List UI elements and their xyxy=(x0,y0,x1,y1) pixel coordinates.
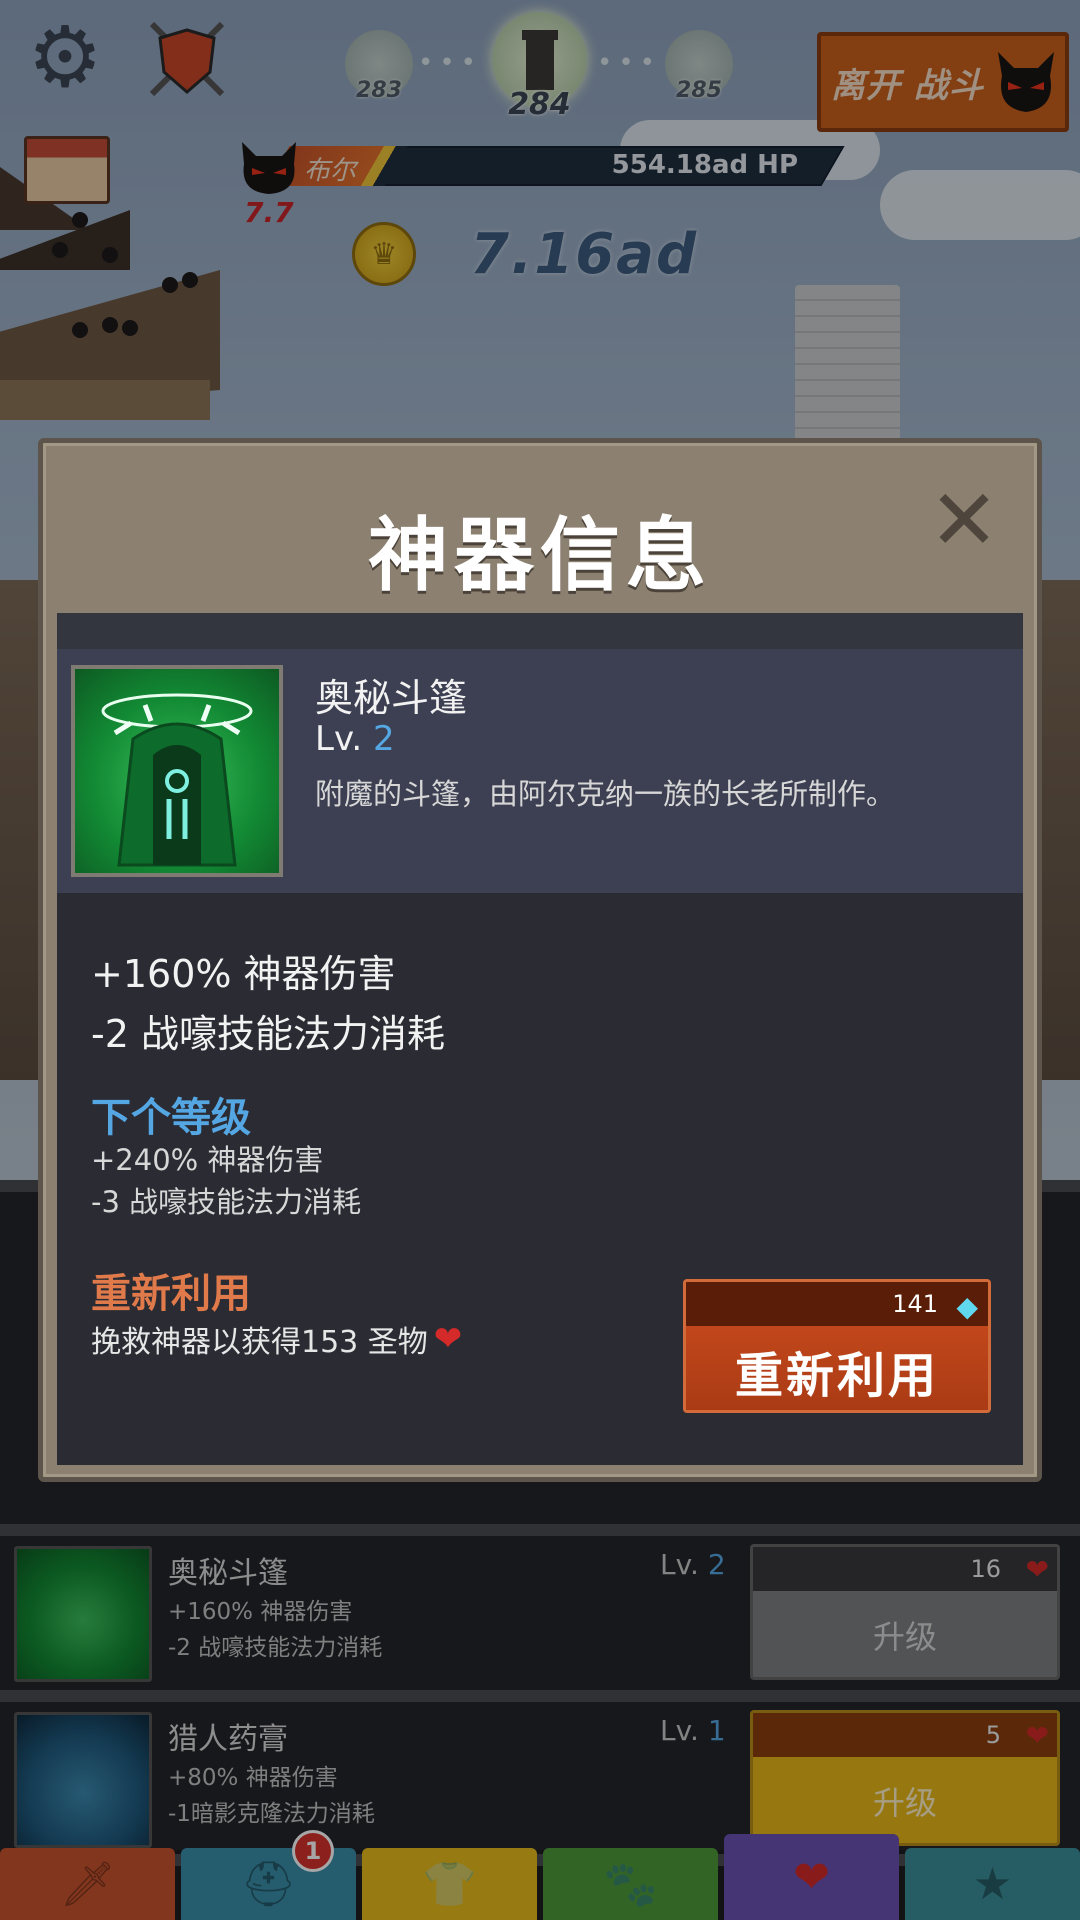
relic-icon: ❤ xyxy=(433,1319,463,1359)
next-level-stat: -3 战嚎技能法力消耗 xyxy=(91,1185,362,1219)
level-value: 2 xyxy=(373,719,395,759)
artifact-description: 附魔的斗篷，由阿尔克纳一族的长老所制作。 xyxy=(315,777,896,811)
recycle-button[interactable]: 141 ◆ 重新利用 xyxy=(683,1279,991,1413)
recycle-description: 挽救神器以获得153 圣物 ❤ xyxy=(91,1317,462,1361)
cloak-icon xyxy=(71,665,283,877)
recycle-text: 挽救神器以获得153 圣物 xyxy=(91,1325,428,1360)
dialog-body: 奥秘斗篷 Lv. 2 附魔的斗篷，由阿尔克纳一族的长老所制作。 +160% 神器… xyxy=(57,613,1023,1465)
next-level-stat: +240% 神器伤害 xyxy=(91,1143,324,1177)
artifact-name: 奥秘斗篷 xyxy=(315,676,468,720)
artifact-info-dialog: 神器信息 ✕ 奥秘斗篷 Lv. 2 附魔的斗篷，由阿尔克纳一族的长老所制作。 +… xyxy=(38,438,1042,1482)
cost-value: 141 xyxy=(892,1290,938,1318)
current-stat: +160% 神器伤害 xyxy=(91,952,396,996)
dialog-title: 神器信息 xyxy=(368,509,712,602)
header-strip xyxy=(57,613,1023,649)
artifact-card: 奥秘斗篷 Lv. 2 附魔的斗篷，由阿尔克纳一族的长老所制作。 xyxy=(57,649,1023,893)
close-icon[interactable]: ✕ xyxy=(929,478,999,562)
diamond-icon: ◆ xyxy=(956,1290,978,1323)
recycle-cost: 141 ◆ xyxy=(686,1282,988,1326)
next-level-heading: 下个等级 xyxy=(91,1095,251,1141)
recycle-heading: 重新利用 xyxy=(91,1271,251,1317)
level-prefix: Lv. xyxy=(315,719,363,759)
artifact-level: Lv. 2 xyxy=(315,719,395,759)
current-stat: -2 战嚎技能法力消耗 xyxy=(91,1012,445,1056)
recycle-button-label: 重新利用 xyxy=(686,1326,988,1410)
